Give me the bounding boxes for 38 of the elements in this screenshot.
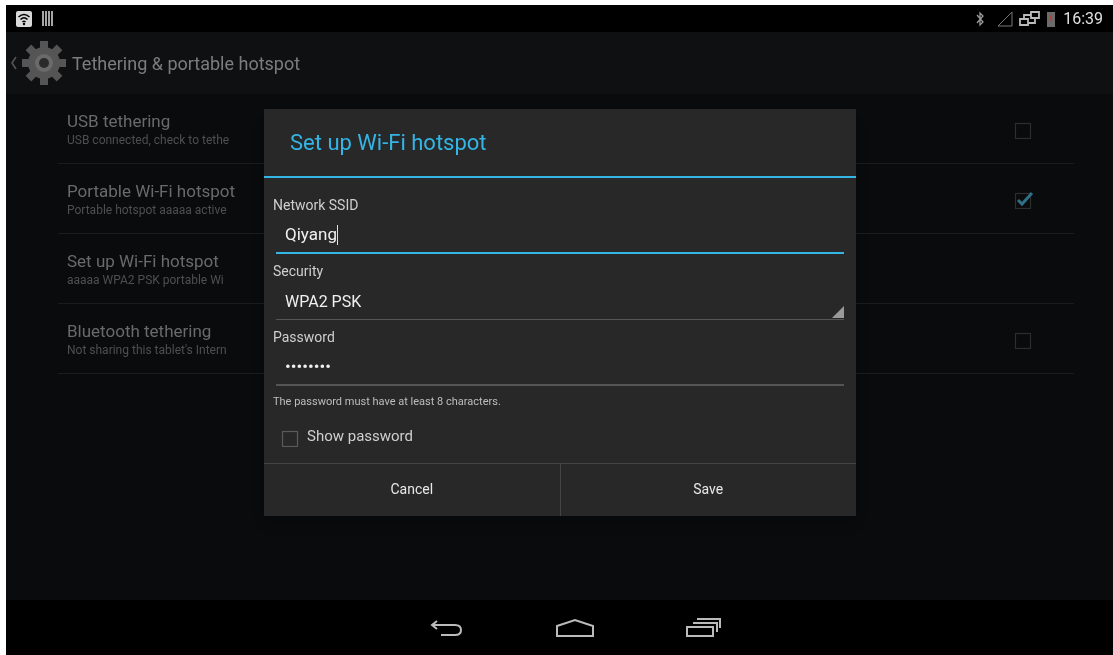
- field-value: Qiyang: [285, 223, 337, 247]
- recent-apps-icon[interactable]: [684, 617, 721, 638]
- dialog-button[interactable]: Cancel: [264, 463, 560, 516]
- up-button[interactable]: [10, 39, 68, 87]
- screen-title: Tethering & portable hotspot: [72, 51, 301, 76]
- setting-title: Set up Wi-Fi hotspot: [67, 249, 220, 272]
- text-cursor: [336, 225, 338, 245]
- field-label: Password: [273, 328, 336, 346]
- back-icon[interactable]: [428, 617, 465, 638]
- setting-summary: USB connected, check to tethe: [67, 131, 230, 148]
- field-value: ••••••••: [285, 355, 331, 379]
- text-field[interactable]: Qiyang: [276, 218, 844, 254]
- setting-title: Bluetooth tethering: [67, 319, 213, 342]
- setting-title: Portable Wi-Fi hotspot: [67, 179, 236, 202]
- security-dropdown[interactable]: WPA2 PSK: [276, 284, 844, 320]
- password-hint: The password must have at least 8 characters.: [273, 394, 502, 410]
- clock-time: 16:39: [1063, 7, 1103, 30]
- checkbox-label: Show password: [307, 426, 413, 448]
- setting-summary: aaaaa WPA2 PSK portable Wi: [67, 271, 224, 288]
- bluetooth-icon: [975, 10, 986, 27]
- setting-summary: Portable hotspot aaaaa active: [67, 201, 228, 218]
- gear-icon: [20, 39, 68, 87]
- setting-summary: Not sharing this tablet's Intern: [67, 341, 227, 358]
- bars-icon: [42, 11, 54, 26]
- setting-title: USB tethering: [67, 109, 172, 132]
- text-field[interactable]: ••••••••: [276, 350, 844, 386]
- battery-icon: [1047, 10, 1056, 27]
- field-label: Security: [273, 262, 325, 280]
- field-label: Network SSID: [273, 196, 360, 214]
- network-icon: [1019, 10, 1042, 27]
- wifi-icon: [16, 10, 32, 27]
- back-chevron-icon: [10, 56, 18, 70]
- home-icon[interactable]: [554, 617, 595, 638]
- dialog-title: Set up Wi-Fi hotspot: [290, 129, 487, 157]
- show-password-checkbox-row[interactable]: Show password: [273, 410, 847, 463]
- dialog-button[interactable]: Save: [559, 463, 856, 516]
- signal-icon: [997, 10, 1014, 27]
- dropdown-corner-icon: [832, 306, 844, 318]
